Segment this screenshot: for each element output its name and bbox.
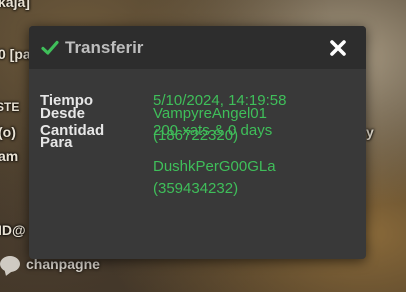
para-id: (359434232) [153,180,239,197]
desde-name[interactable]: VampyreAngel01 [153,103,276,125]
background-text: 0 [pa [0,46,31,62]
close-icon[interactable] [328,38,348,58]
desde-label: Desde [40,105,86,122]
background-text: (o) [0,124,16,140]
background-text: ID@ [0,222,26,238]
background-text: STE [0,100,20,114]
party-labels: Desde Para [40,103,85,161]
check-icon [41,39,59,57]
party-values: VampyreAngel01 (186722320) DushkPerG00GL… [153,103,276,209]
desde-value: VampyreAngel01 (186722320) [153,103,276,147]
background-text: y [366,124,374,140]
para-name[interactable]: DushkPerG00GLa [153,156,276,178]
dialog-header: Transferir [29,26,366,69]
desde-id: (186722320) [153,127,239,144]
background-text: kaja] [0,0,30,10]
dialog-title: Transferir [65,37,144,57]
background-text: am [0,148,19,164]
para-label: Para [40,134,73,151]
chat-bubble-icon [0,256,20,272]
transfer-dialog: Transferir Tiempo 5/10/2024, 14:19:58 Ca… [29,26,366,259]
para-value: DushkPerG00GLa (359434232) [153,156,276,200]
